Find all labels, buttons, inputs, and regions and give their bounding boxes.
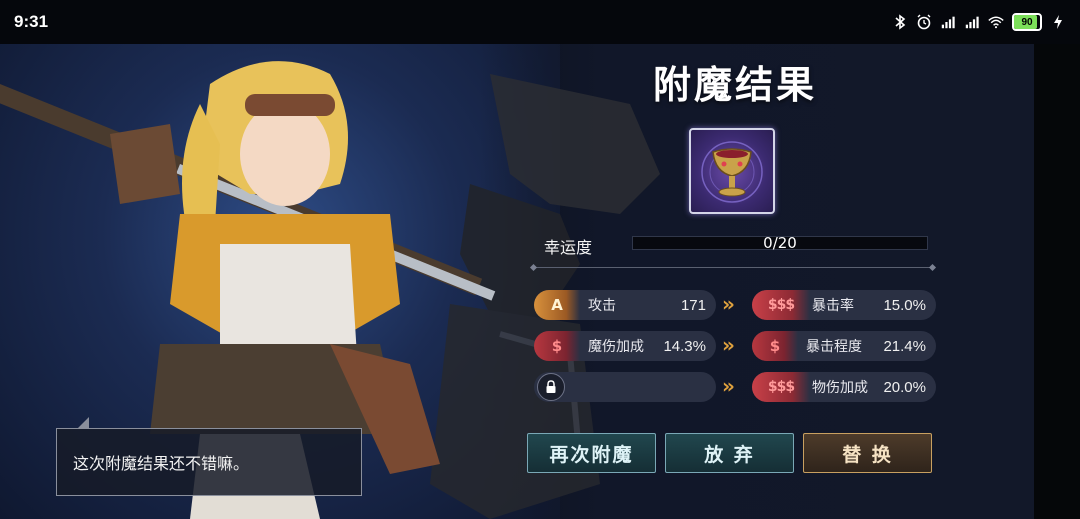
game-scene: 这次附魔结果还不错嘛。 附魔结果 幸运度 0/20 A 攻击 171 $ 魔伤加… bbox=[0, 44, 1080, 519]
physical-damage-icon: $$$ bbox=[752, 372, 810, 402]
stat-value: 20.0% bbox=[883, 378, 926, 396]
stat-value: 21.4% bbox=[883, 337, 926, 355]
replace-button[interactable]: 替 换 bbox=[803, 433, 932, 473]
dialog-text: 这次附魔结果还不错嘛。 bbox=[73, 454, 250, 473]
wifi-icon bbox=[988, 14, 1004, 30]
magic-damage-icon: $ bbox=[534, 331, 580, 361]
stat-name: 物伤加成 bbox=[812, 380, 868, 396]
crit-damage-icon: $ bbox=[752, 331, 798, 361]
lock-badge bbox=[534, 372, 568, 402]
alarm-icon bbox=[916, 14, 932, 30]
luck-value: 0/20 bbox=[763, 234, 797, 252]
stat-name: 攻击 bbox=[588, 298, 616, 314]
abandon-button[interactable]: 放 弃 bbox=[665, 433, 794, 473]
dialog-box: 这次附魔结果还不错嘛。 bbox=[56, 417, 362, 496]
battery-icon: 90 bbox=[1012, 13, 1042, 31]
clock: 9:31 bbox=[14, 12, 49, 31]
stat-crit-damage: $ 暴击程度 21.4% bbox=[752, 331, 936, 361]
stat-value: 14.3% bbox=[663, 337, 706, 355]
stat-attack: A 攻击 171 bbox=[534, 290, 716, 320]
stat-physical-damage: $$$ 物伤加成 20.0% bbox=[752, 372, 936, 402]
arrow-icon: » bbox=[722, 374, 735, 398]
stat-locked-slot bbox=[534, 372, 716, 402]
signal-hd-icon bbox=[964, 14, 980, 30]
chalice-icon bbox=[701, 141, 763, 203]
stat-name: 魔伤加成 bbox=[588, 339, 644, 355]
stat-name: 暴击程度 bbox=[806, 339, 862, 355]
attack-icon: A bbox=[534, 290, 580, 320]
signal-hd-icon bbox=[940, 14, 956, 30]
luck-label: 幸运度 bbox=[544, 238, 593, 257]
status-bar: 9:31 90 bbox=[0, 0, 1080, 44]
charging-icon bbox=[1050, 14, 1066, 30]
stat-name: 暴击率 bbox=[812, 298, 854, 314]
bluetooth-icon bbox=[892, 14, 908, 30]
system-icons: 90 bbox=[892, 13, 1066, 31]
divider bbox=[534, 267, 932, 268]
stat-value: 171 bbox=[680, 296, 706, 314]
reenchant-button[interactable]: 再次附魔 bbox=[527, 433, 656, 473]
lock-icon bbox=[537, 373, 565, 401]
stat-crit-rate: $$$ 暴击率 15.0% bbox=[752, 290, 936, 320]
arrow-icon: » bbox=[722, 292, 735, 316]
stat-magic-damage: $ 魔伤加成 14.3% bbox=[534, 331, 716, 361]
screen-edge bbox=[1034, 44, 1080, 519]
crit-rate-icon: $$$ bbox=[752, 290, 810, 320]
panel-title: 附魔结果 bbox=[652, 63, 817, 107]
arrow-icon: » bbox=[722, 333, 735, 357]
item-slot[interactable] bbox=[689, 128, 775, 214]
stat-value: 15.0% bbox=[883, 296, 926, 314]
